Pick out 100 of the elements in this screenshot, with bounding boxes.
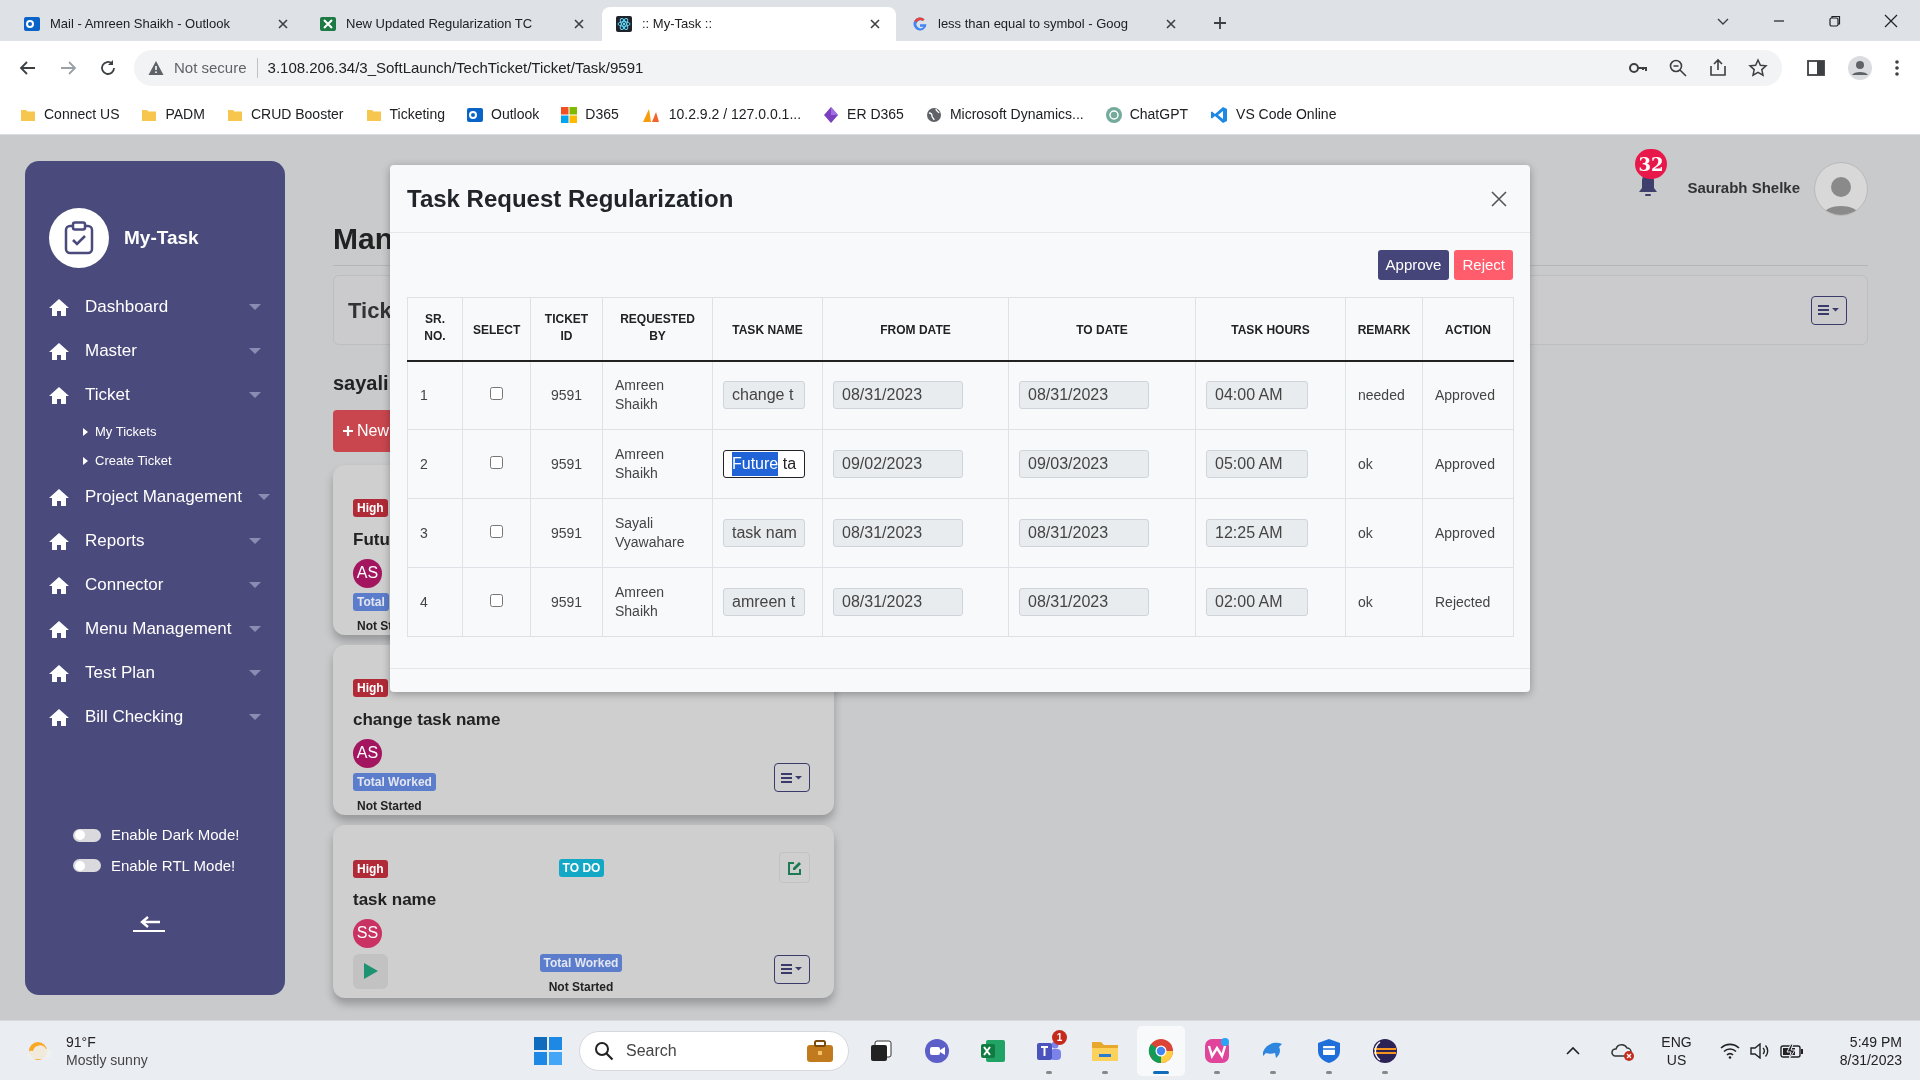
- toggle-switch[interactable]: [73, 859, 101, 873]
- mail-app-icon: [467, 106, 483, 123]
- battery-charging-icon[interactable]: [1779, 1042, 1804, 1059]
- task-hours-field[interactable]: 02:00 AM: [1206, 588, 1308, 616]
- to-date-field[interactable]: 08/31/2023: [1019, 519, 1149, 547]
- close-icon[interactable]: [1884, 13, 1898, 28]
- remark-text: needed: [1358, 386, 1405, 403]
- weather-temperature: 91°F: [66, 1032, 97, 1051]
- bookmark[interactable]: Connect US: [20, 104, 120, 125]
- row-checkbox[interactable]: [490, 524, 503, 538]
- play-icon: [363, 963, 378, 979]
- sidebar-menu-item[interactable]: Project Management: [25, 475, 285, 519]
- language-indicator[interactable]: ENG US: [1661, 1032, 1692, 1069]
- collapse-arrow-icon[interactable]: [132, 915, 166, 933]
- row-checkbox[interactable]: [490, 386, 503, 400]
- task-hours-field[interactable]: 04:00 AM: [1206, 381, 1308, 410]
- task-name-field[interactable]: amreen t: [723, 588, 805, 616]
- from-date-field[interactable]: 08/31/2023: [833, 519, 963, 547]
- task-hours-field[interactable]: 05:00 AM: [1206, 450, 1308, 478]
- sidebar-menu-item[interactable]: Reports: [25, 519, 285, 563]
- reload-icon[interactable]: [98, 58, 118, 78]
- overlapping-windows-icon: [869, 1039, 893, 1063]
- browser-tab[interactable]: :: My-Task ::: [602, 7, 896, 41]
- to-date-field[interactable]: 08/31/2023: [1019, 588, 1149, 616]
- bookmark[interactable]: VS Code Online: [1210, 104, 1337, 125]
- to-date-field[interactable]: 09/03/2023: [1019, 450, 1149, 478]
- bookmark[interactable]: D365: [561, 104, 619, 125]
- plus-icon[interactable]: [1212, 15, 1228, 31]
- sidebar-menu-item[interactable]: Master: [25, 329, 285, 373]
- menu-dots-icon[interactable]: [1894, 58, 1900, 78]
- w-logo-icon: [1204, 1038, 1230, 1064]
- row-number: 4: [420, 593, 428, 610]
- address-bar[interactable]: Not secure 3.108.206.34/3_SoftLaunch/TechTicket/Ticket/Task/9591: [134, 50, 1782, 86]
- close-icon[interactable]: [572, 17, 586, 31]
- sidebar-submenu-item[interactable]: My Tickets: [25, 417, 285, 446]
- plus-icon: [343, 426, 353, 436]
- row-checkbox[interactable]: [490, 455, 503, 469]
- toggle-label: Enable RTL Mode!: [111, 855, 236, 876]
- sidebar-menu-item[interactable]: Ticket: [25, 373, 285, 417]
- sidebar-submenu-item[interactable]: Create Ticket: [25, 446, 285, 475]
- edit-icon: [787, 860, 802, 875]
- menu-button[interactable]: [774, 763, 810, 792]
- profile-icon[interactable]: [1848, 56, 1872, 80]
- approve-button[interactable]: Approve: [1377, 250, 1450, 280]
- side-panel-icon[interactable]: [1806, 58, 1826, 78]
- task-name-field[interactable]: change t: [723, 381, 805, 410]
- caret-down-icon: [249, 392, 261, 398]
- toggle-label: Enable Dark Mode!: [111, 825, 240, 845]
- speaker-icon[interactable]: [1749, 1042, 1770, 1059]
- eclipse-logo-icon: [1372, 1038, 1398, 1064]
- bookmark[interactable]: ER D365: [823, 104, 904, 125]
- avatar-initials: SS: [353, 918, 382, 948]
- action-status: Approved: [1435, 455, 1495, 472]
- toggle-switch[interactable]: [73, 828, 101, 842]
- from-date-field[interactable]: 09/02/2023: [833, 450, 963, 478]
- sidebar-menu-item[interactable]: Dashboard: [25, 285, 285, 329]
- task-hours-field[interactable]: 12:25 AM: [1206, 519, 1308, 547]
- status-badge: TO DO: [558, 858, 605, 877]
- user-name: Saurabh Shelke: [1687, 178, 1800, 199]
- close-icon[interactable]: [868, 17, 882, 31]
- taskbar-app-button[interactable]: 1: [1025, 1026, 1073, 1076]
- clock[interactable]: 5:49 PM 8/31/2023: [1839, 1032, 1902, 1069]
- bookmark[interactable]: PADM: [141, 104, 205, 125]
- filter-card-title: Tick: [348, 296, 392, 325]
- sidebar-menu-item[interactable]: Bill Checking: [25, 695, 285, 739]
- action-status: Approved: [1435, 524, 1495, 541]
- action-status: Approved: [1435, 386, 1495, 403]
- close-icon[interactable]: [1491, 190, 1507, 207]
- priority-badge: High: [353, 679, 388, 697]
- edit-button[interactable]: [779, 852, 810, 883]
- row-checkbox[interactable]: [490, 593, 503, 607]
- bookmark[interactable]: ChatGPT: [1105, 104, 1189, 125]
- menu-button[interactable]: [774, 954, 810, 984]
- from-date-field[interactable]: 08/31/2023: [833, 588, 963, 616]
- sidebar-menu-item[interactable]: Connector: [25, 563, 285, 607]
- weather-condition: Mostly sunny: [66, 1050, 148, 1069]
- search-field[interactable]: Search: [579, 1031, 849, 1071]
- column-header: SELECT: [473, 321, 521, 339]
- task-name-field[interactable]: Future ta: [723, 450, 805, 478]
- bookmark[interactable]: CRUD Booster: [226, 104, 344, 125]
- wifi-icon[interactable]: [1719, 1042, 1740, 1059]
- close-icon[interactable]: [1164, 17, 1178, 31]
- star-icon[interactable]: [1748, 58, 1768, 78]
- spreadsheet-app-icon: [980, 1038, 1006, 1064]
- bookmark[interactable]: 10.2.9.2 / 127.0.0.1...: [640, 104, 802, 125]
- bookmark[interactable]: Microsoft Dynamics...: [925, 104, 1084, 125]
- share-icon[interactable]: [1708, 58, 1728, 78]
- start-windows-icon[interactable]: [534, 1037, 562, 1065]
- to-date-field[interactable]: 08/31/2023: [1019, 381, 1149, 410]
- zoom-out-icon[interactable]: [1668, 58, 1688, 78]
- from-date-field[interactable]: 08/31/2023: [833, 381, 963, 410]
- bookmark[interactable]: Outlook: [467, 104, 540, 125]
- sidebar-menu-item[interactable]: Test Plan: [25, 651, 285, 695]
- sidebar-menu-item[interactable]: Menu Management: [25, 607, 285, 651]
- task-name-field[interactable]: task nam: [723, 519, 805, 547]
- restore-icon[interactable]: [1828, 13, 1842, 28]
- column-header: REMARK: [1357, 321, 1411, 339]
- bookmark[interactable]: Ticketing: [365, 104, 445, 125]
- close-icon[interactable]: [276, 17, 290, 31]
- menu-button[interactable]: [1811, 295, 1847, 325]
